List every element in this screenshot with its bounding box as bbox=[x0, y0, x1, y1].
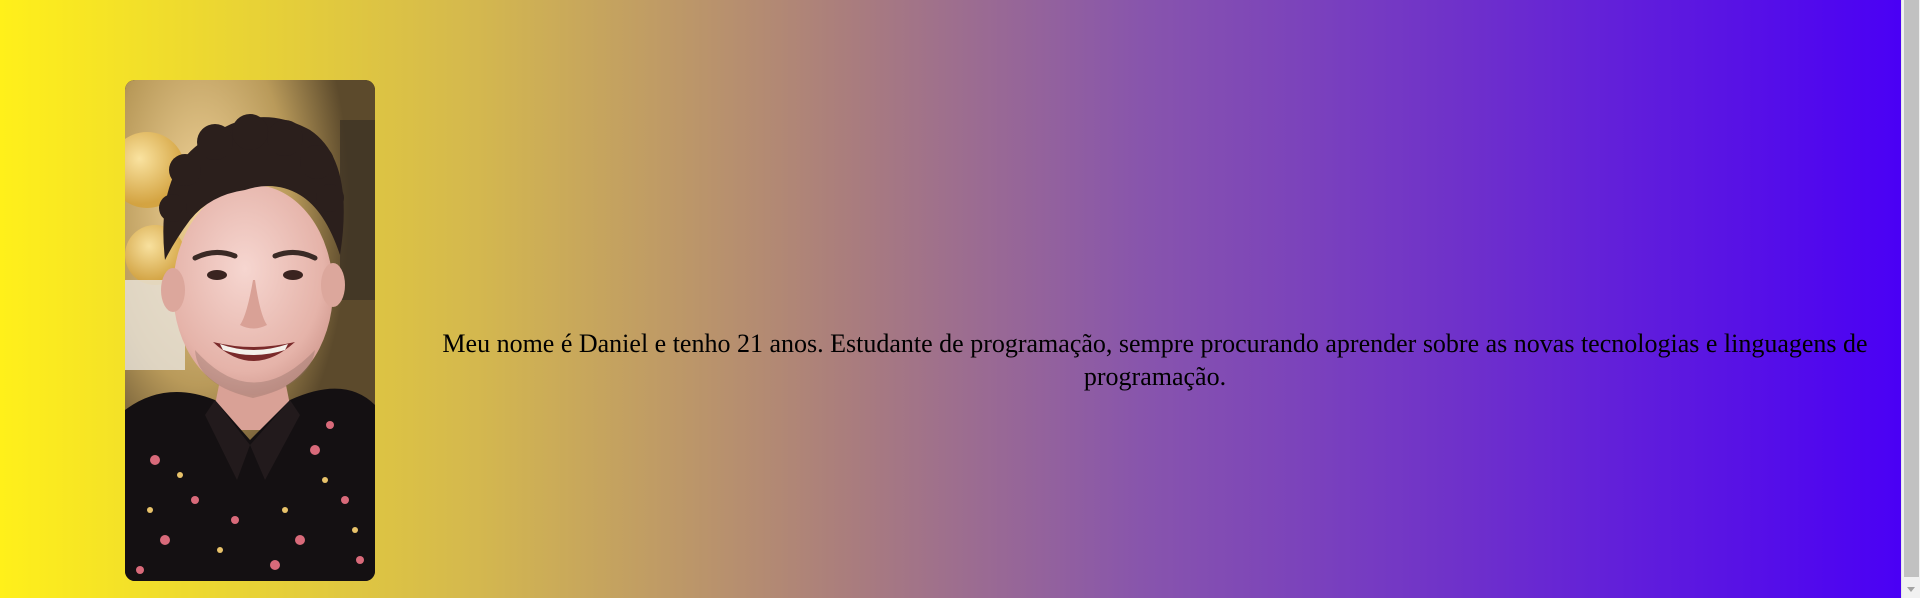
scroll-down-arrow-icon[interactable] bbox=[1902, 581, 1920, 598]
scrollbar-thumb[interactable] bbox=[1904, 0, 1919, 577]
profile-photo-illustration bbox=[125, 80, 375, 581]
profile-photo bbox=[125, 80, 375, 581]
vertical-scrollbar[interactable] bbox=[1901, 0, 1920, 598]
page-background: Meu nome é Daniel e tenho 21 anos. Estud… bbox=[0, 0, 1901, 598]
bio-text: Meu nome é Daniel e tenho 21 anos. Estud… bbox=[442, 329, 1868, 391]
